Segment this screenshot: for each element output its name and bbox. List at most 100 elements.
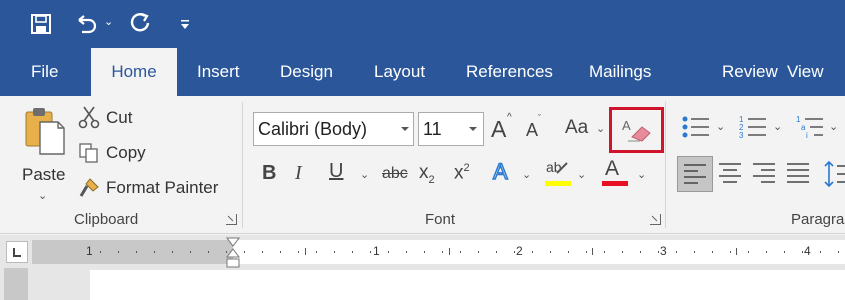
svg-text:3: 3 xyxy=(739,131,744,140)
ruler-dot xyxy=(622,251,623,253)
font-size-combobox[interactable]: 11 xyxy=(418,112,484,146)
bold-icon[interactable]: B xyxy=(262,162,282,188)
ruler-dot xyxy=(370,251,371,253)
line-spacing-icon[interactable] xyxy=(824,160,845,188)
grow-font-icon[interactable]: A ^ xyxy=(490,112,516,142)
undo-icon[interactable] xyxy=(74,13,98,35)
save-icon[interactable] xyxy=(30,13,52,35)
ruler-dot xyxy=(496,251,497,253)
shrink-font-icon[interactable]: A ˇ xyxy=(524,113,548,142)
tab-references[interactable]: References xyxy=(466,48,553,96)
document-page[interactable] xyxy=(90,270,845,300)
ruler-dot xyxy=(568,251,569,253)
text-effects-dropdown-icon[interactable]: ⌄ xyxy=(522,168,531,181)
tab-home[interactable]: Home xyxy=(91,48,177,96)
tab-review[interactable]: Review xyxy=(722,48,778,96)
ruler-dot xyxy=(190,251,191,253)
tab-view[interactable]: View xyxy=(787,48,824,96)
bullets-icon[interactable] xyxy=(681,115,711,139)
font-color-icon[interactable]: A xyxy=(602,157,628,187)
highlight-color-icon[interactable]: ab xyxy=(545,159,571,189)
ruler-dot xyxy=(136,251,137,253)
ruler-number: 3 xyxy=(660,244,667,258)
ruler-dot xyxy=(460,251,461,253)
font-name-combobox[interactable]: Calibri (Body) xyxy=(253,112,414,146)
tab-mailings[interactable]: Mailings xyxy=(589,48,651,96)
tab-layout[interactable]: Layout xyxy=(374,48,425,96)
ruler-dot xyxy=(154,251,155,253)
ruler-dot xyxy=(334,251,335,253)
ruler-dot xyxy=(280,251,281,253)
highlight-color-dropdown-icon[interactable]: ⌄ xyxy=(577,168,586,181)
justify-icon[interactable] xyxy=(786,162,810,184)
bullets-dropdown-icon[interactable]: ⌄ xyxy=(716,120,725,133)
ruler-tick xyxy=(305,248,306,255)
align-left-button[interactable] xyxy=(677,156,713,192)
paste-label: Paste xyxy=(22,165,66,184)
paste-button[interactable]: Paste ⌄ xyxy=(18,104,68,204)
tab-design[interactable]: Design xyxy=(280,48,333,96)
undo-dropdown-icon[interactable]: ⌄ xyxy=(104,15,113,28)
cut-button[interactable]: Cut xyxy=(78,105,158,131)
superscript-icon[interactable]: x2 xyxy=(454,162,480,190)
format-painter-icon xyxy=(79,178,99,197)
ruler-number: 1 xyxy=(373,244,380,258)
redo-icon[interactable] xyxy=(130,12,152,36)
ruler-tick xyxy=(592,248,593,255)
font-dialog-launcher[interactable] xyxy=(650,214,661,225)
format-painter-button[interactable]: Format Painter xyxy=(78,175,228,201)
cut-label: Cut xyxy=(106,108,133,127)
underline-dropdown-icon[interactable]: ⌄ xyxy=(360,168,369,181)
ribbon: Paste ⌄ Cut Copy Format Painter Clipboar… xyxy=(0,96,845,234)
font-size-dropdown-icon xyxy=(469,127,477,131)
tab-selector-icon[interactable] xyxy=(6,241,28,263)
ruler-dot xyxy=(406,251,407,253)
customize-toolbar-icon[interactable] xyxy=(179,18,191,30)
subscript-icon[interactable]: x2 xyxy=(419,162,445,190)
tab-insert[interactable]: Insert xyxy=(197,48,240,96)
change-case-label: Aa xyxy=(565,117,589,138)
numbering-dropdown-icon[interactable]: ⌄ xyxy=(773,120,782,133)
ruler-dot xyxy=(244,251,245,253)
strikethrough-icon[interactable]: abc xyxy=(382,165,412,187)
indent-marker-icon[interactable] xyxy=(226,237,240,269)
ruler-dot xyxy=(820,251,821,253)
clipboard-dialog-launcher[interactable] xyxy=(226,214,237,225)
ruler-number: 1 xyxy=(86,244,93,258)
ruler-dot xyxy=(748,251,749,253)
align-right-icon[interactable] xyxy=(752,162,776,184)
align-left-icon xyxy=(684,164,706,184)
multilevel-list-dropdown-icon[interactable]: ⌄ xyxy=(829,120,838,133)
underline-icon[interactable]: U xyxy=(329,160,349,188)
multilevel-list-icon[interactable]: 1ai xyxy=(795,114,825,140)
change-case-button[interactable]: Aa ⌄ xyxy=(562,114,608,142)
ruler-dot xyxy=(550,251,551,253)
ruler-dot xyxy=(514,251,515,253)
ruler-dot xyxy=(586,251,587,253)
copy-label: Copy xyxy=(106,143,146,162)
numbering-icon[interactable]: 123 xyxy=(738,114,768,140)
clear-formatting-button[interactable]: A xyxy=(609,107,664,153)
change-case-dropdown-icon: ⌄ xyxy=(596,123,606,135)
font-color-dropdown-icon[interactable]: ⌄ xyxy=(637,168,646,181)
vertical-ruler xyxy=(4,268,28,300)
italic-icon[interactable]: I xyxy=(295,162,315,188)
ruler-number: 2 xyxy=(516,244,523,258)
ruler-tick xyxy=(736,248,737,255)
copy-button[interactable]: Copy xyxy=(78,140,158,166)
align-center-icon[interactable] xyxy=(718,162,742,184)
ruler-dot xyxy=(100,251,101,253)
tab-file[interactable]: File xyxy=(31,48,58,96)
font-name-dropdown-icon xyxy=(401,127,409,131)
svg-text:A: A xyxy=(622,118,631,133)
ruler-dot xyxy=(352,251,353,253)
ruler-dot xyxy=(676,251,677,253)
ruler-dot xyxy=(712,251,713,253)
ruler-dot xyxy=(298,251,299,253)
ruler-left-margin xyxy=(32,240,233,264)
scissors-icon xyxy=(78,106,100,129)
text-effects-icon[interactable]: A xyxy=(492,158,517,189)
svg-text:i: i xyxy=(806,131,808,140)
ruler-dot xyxy=(262,251,263,253)
ruler-dot xyxy=(766,251,767,253)
